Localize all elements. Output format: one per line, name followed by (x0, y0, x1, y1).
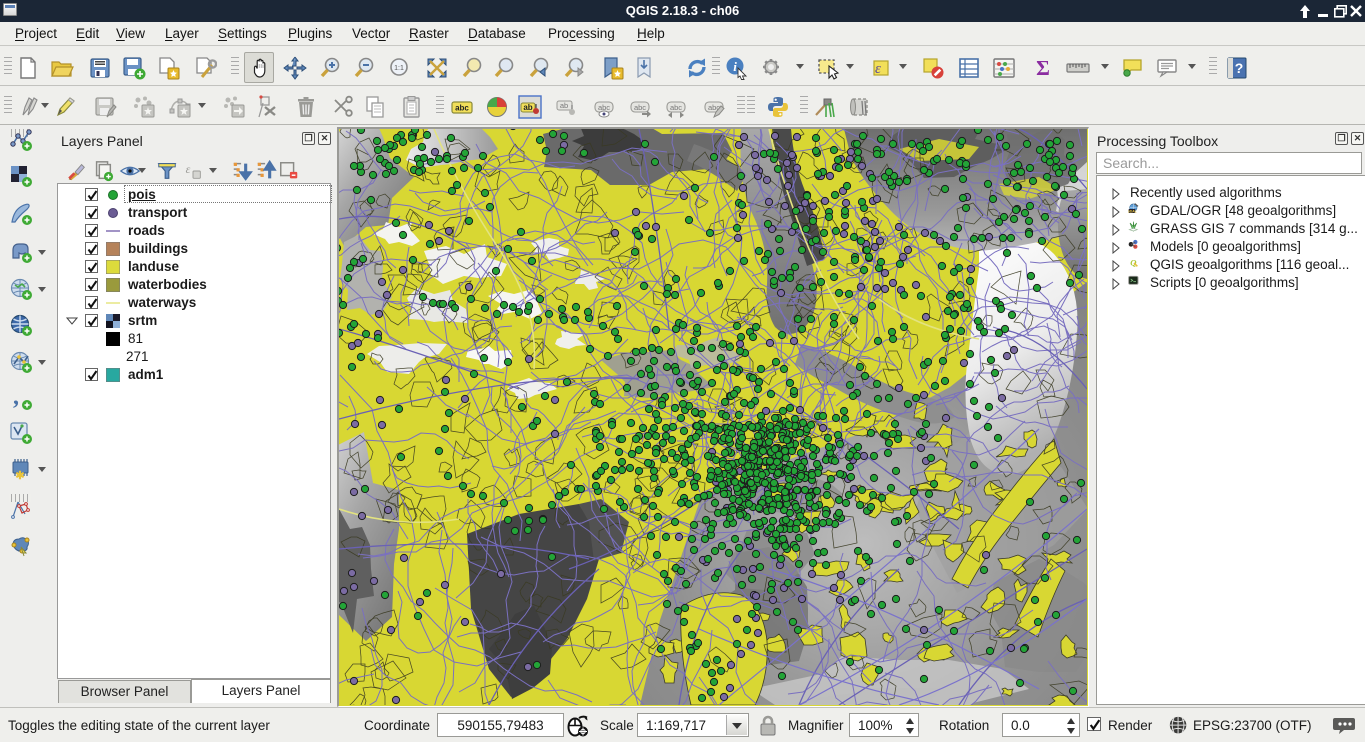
svg-text:✱: ✱ (15, 470, 24, 481)
svg-text:ab: ab (560, 101, 568, 110)
svg-text:ε: ε (875, 61, 881, 77)
svg-text:ab: ab (523, 103, 532, 112)
svg-text:abc: abc (634, 103, 646, 112)
svg-text:ε: ε (186, 162, 191, 176)
svg-text:abc: abc (670, 103, 682, 112)
svg-text:,: , (13, 387, 19, 410)
svg-text:GDAL: GDAL (1128, 209, 1137, 213)
svg-text:i: i (733, 59, 737, 74)
svg-text:1:1: 1:1 (394, 65, 404, 72)
svg-text:Q: Q (1130, 258, 1136, 268)
svg-text:?: ? (1235, 60, 1244, 76)
svg-text:abc: abc (455, 104, 469, 113)
svg-text:Σ: Σ (1036, 56, 1050, 80)
